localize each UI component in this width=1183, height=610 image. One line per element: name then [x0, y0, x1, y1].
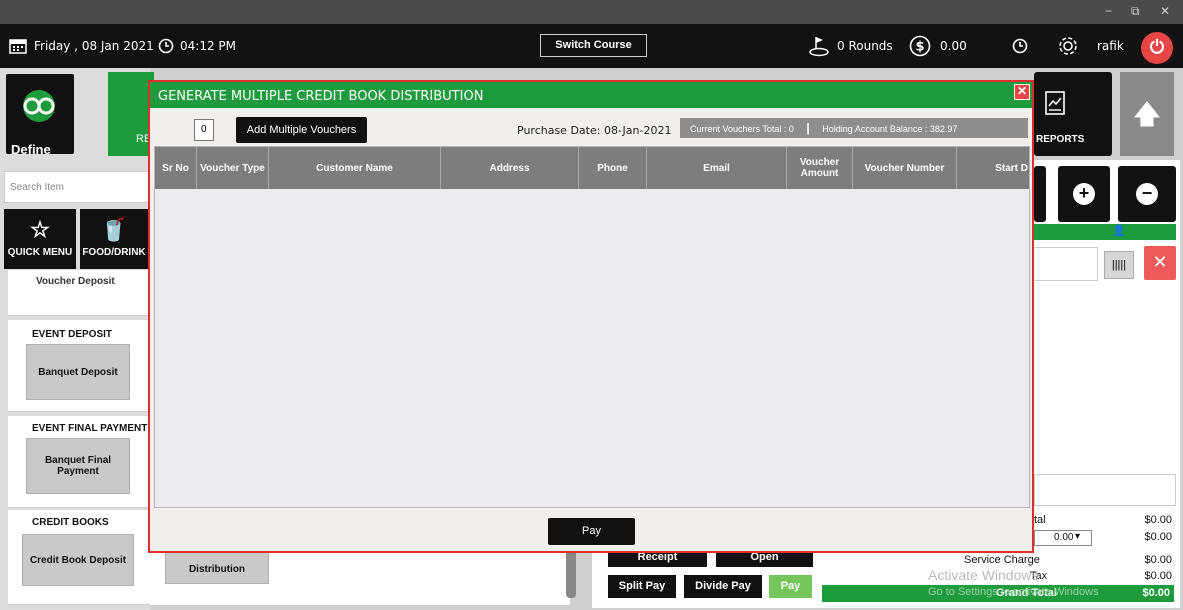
quick-menu-label: QUICK MENU — [7, 247, 73, 258]
event-final-payment-section: EVENT FINAL PAYMENT Banquet Final Paymen… — [8, 416, 150, 508]
voucher-summary-bar: Current Vouchers Total : 0 | Holding Acc… — [680, 118, 1028, 138]
customer-input[interactable] — [1030, 247, 1098, 281]
reports-tile[interactable]: REPORTS — [1034, 72, 1112, 156]
close-window-icon[interactable]: ✕ — [1160, 4, 1170, 18]
current-time: 04:12 PM — [180, 39, 236, 53]
clock-icon — [158, 38, 174, 54]
current-date: Friday , 08 Jan 2021 — [34, 39, 154, 53]
user-name: rafik — [1097, 39, 1124, 53]
column-header[interactable]: Voucher Type — [197, 147, 269, 189]
summary-separator: | — [806, 121, 810, 135]
banquet-final-payment-button[interactable]: Banquet Final Payment — [26, 438, 130, 494]
minus-button[interactable]: − — [1118, 166, 1176, 222]
banquet-deposit-button[interactable]: Banquet Deposit — [26, 344, 130, 400]
user-icon: 👤 — [1112, 225, 1126, 237]
column-header[interactable]: Voucher Amount — [787, 147, 853, 189]
activate-windows-watermark: Activate Windows — [928, 567, 1039, 583]
holding-account-balance: Holding Account Balance : 382.97 — [822, 124, 958, 134]
voucher-deposit-cut: Voucher Deposit — [36, 276, 115, 287]
close-icon[interactable]: ✕ — [1014, 84, 1030, 100]
drink-icon: 🥤 — [100, 217, 128, 242]
restore-icon[interactable]: ⧉ — [1131, 4, 1140, 19]
golf-icon — [809, 37, 829, 57]
column-header[interactable]: Customer Name — [269, 147, 441, 189]
column-header[interactable]: Email — [647, 147, 787, 189]
discount-input[interactable]: 0.00 — [1054, 532, 1073, 543]
credit-book-distribution-dialog: GENERATE MULTIPLE CREDIT BOOK DISTRIBUTI… — [148, 80, 1034, 553]
plus-button[interactable]: + — [1058, 166, 1110, 222]
pay-order-button[interactable]: Pay — [769, 575, 812, 598]
current-vouchers-total: Current Vouchers Total : 0 — [690, 124, 794, 134]
search-input[interactable]: Search Item — [4, 171, 154, 203]
barcode-icon[interactable]: ||||| — [1104, 251, 1134, 279]
customer-strip: 👤 — [1034, 224, 1176, 240]
tax-value: $0.00 — [1144, 570, 1172, 582]
dollar-icon: $ — [909, 35, 931, 57]
clear-button[interactable]: ✕ — [1144, 246, 1176, 280]
credit-books-label: CREDIT BOOKS — [32, 517, 109, 528]
discount-amount: $0.00 — [1144, 531, 1172, 543]
minus-icon: − — [1136, 183, 1158, 205]
switch-course-button[interactable]: Switch Course — [540, 34, 647, 57]
add-multiple-vouchers-button[interactable]: Add Multiple Vouchers — [236, 117, 367, 143]
divide-pay-button[interactable]: Divide Pay — [684, 575, 762, 598]
svg-text:$: $ — [915, 40, 924, 55]
purchase-date: Purchase Date: 08-Jan-2021 — [517, 124, 672, 137]
food-drink-label: FOOD/DRINK — [82, 247, 146, 258]
rounds-count: 0 Rounds — [837, 39, 893, 53]
minimize-icon[interactable]: − — [1105, 4, 1112, 18]
column-header[interactable]: Sr No — [155, 147, 197, 189]
define-label: Define — [11, 142, 51, 157]
credit-book-deposit-button[interactable]: Credit Book Deposit — [22, 534, 134, 586]
grand-total-value: $0.00 — [1142, 587, 1170, 599]
event-final-payment-label: EVENT FINAL PAYMENT — [32, 423, 148, 434]
tile-partial[interactable] — [1034, 166, 1046, 222]
voucher-section: Voucher Deposit — [8, 270, 150, 316]
column-header[interactable]: Phone — [579, 147, 647, 189]
order-footer-box — [1034, 474, 1176, 506]
column-header[interactable]: Start D — [957, 147, 1029, 189]
power-icon[interactable]: ⏻ — [1141, 32, 1173, 64]
column-header[interactable]: Voucher Number — [853, 147, 957, 189]
food-drink-tile[interactable]: 🥤 FOOD/DRINK — [80, 209, 148, 269]
voucher-quantity-input[interactable]: 0 — [194, 119, 214, 141]
event-deposit-label: EVENT DEPOSIT — [32, 329, 113, 340]
dialog-title: GENERATE MULTIPLE CREDIT BOOK DISTRIBUTI… — [150, 82, 1032, 108]
event-deposit-section: EVENT DEPOSIT Banquet Deposit — [8, 320, 150, 412]
clock-icon[interactable] — [1012, 38, 1028, 54]
quick-menu-tile[interactable]: ☆ QUICK MENU — [4, 209, 76, 269]
report-icon — [1045, 91, 1065, 115]
service-charge-label: Service Charge — [964, 554, 1040, 566]
arrow-up-icon[interactable]: 🡅 — [1120, 72, 1174, 156]
split-pay-button[interactable]: Split Pay — [608, 575, 676, 598]
account-amount: 0.00 — [940, 39, 967, 53]
item-scrollbar[interactable] — [566, 548, 576, 598]
plus-icon: + — [1073, 183, 1095, 205]
activate-windows-subtext: Go to Settings to activate Windows. — [928, 586, 1098, 598]
subtotal-value: $0.00 — [1144, 514, 1172, 526]
star-icon: ☆ — [30, 217, 50, 242]
subtotal-label: tal — [1034, 514, 1046, 526]
app-logo-icon — [23, 90, 55, 122]
pay-button[interactable]: Pay — [548, 518, 635, 545]
reports-label: REPORTS — [1036, 134, 1085, 145]
calendar-icon — [9, 39, 27, 54]
voucher-grid[interactable]: Sr No Voucher Type Customer Name Address… — [154, 146, 1030, 508]
gear-icon[interactable] — [1057, 35, 1079, 57]
credit-books-section: CREDIT BOOKS Credit Book Deposit — [8, 510, 150, 605]
window-titlebar: − ⧉ ✕ — [0, 0, 1183, 24]
service-charge-value: $0.00 — [1144, 554, 1172, 566]
grid-header: Sr No Voucher Type Customer Name Address… — [155, 147, 1029, 189]
column-header[interactable]: Address — [441, 147, 579, 189]
